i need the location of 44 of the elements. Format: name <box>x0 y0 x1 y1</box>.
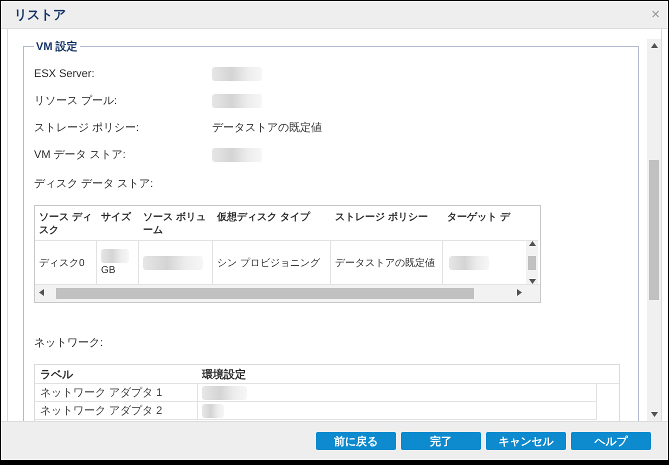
scroll-right-icon[interactable] <box>517 289 522 296</box>
table-cell-text: ネットワーク アダプタ 1 <box>39 386 164 400</box>
table-cell-text: ネットワーク アダプタ 2 <box>39 404 164 418</box>
field-label: ネットワーク: <box>34 336 104 350</box>
dialog-button[interactable]: 前に戻る <box>316 432 396 450</box>
column-header: ラベル <box>39 368 74 382</box>
table-cell-text: データストアの既定値 <box>335 256 435 270</box>
dialog-button[interactable]: 完了 <box>401 432 481 450</box>
column-header: 環境設定 <box>200 368 247 382</box>
redacted-value <box>143 256 203 270</box>
scroll-left-icon[interactable] <box>39 289 44 296</box>
redacted-value <box>202 386 247 400</box>
column-header: ソース ディスク <box>38 211 93 238</box>
field-label: ストレージ ポリシー: <box>34 121 140 135</box>
redacted-value <box>202 404 224 418</box>
column-header: ターゲット デ <box>446 211 512 225</box>
redacted-value <box>212 148 262 162</box>
scroll-up-icon[interactable] <box>528 241 536 246</box>
field-label: ディスク データ ストア: <box>34 177 154 191</box>
field-label: VM データ ストア: <box>34 148 127 162</box>
field-label: リソース プール: <box>34 94 118 108</box>
field-label: ESX Server: <box>34 68 96 80</box>
window-title: リストア <box>14 6 66 24</box>
redacted-value <box>212 94 262 108</box>
column-header: ソース ボリューム <box>142 211 207 238</box>
scroll-up-icon[interactable] <box>650 43 658 48</box>
redacted-value <box>212 66 262 80</box>
dialog-button[interactable]: ヘルプ <box>571 432 651 450</box>
redacted-value <box>101 249 129 263</box>
close-button[interactable]: × <box>651 6 660 23</box>
column-header: 仮想ディスク タイプ <box>216 210 312 225</box>
vertical-scrollbar[interactable] <box>526 241 538 284</box>
section-title: VM 設定 <box>35 40 79 54</box>
dialog-button[interactable]: キャンセル <box>486 432 566 450</box>
column-header: サイズ <box>100 210 132 225</box>
field-value: データストアの既定値 <box>212 120 322 135</box>
table-cell-text: シン プロビジョニング <box>217 256 320 270</box>
table-cell: GB <box>101 265 116 276</box>
column-header: ストレージ ポリシー <box>334 211 429 225</box>
horizontal-scrollbar[interactable] <box>35 284 540 302</box>
vertical-scrollbar[interactable] <box>647 39 661 421</box>
redacted-value <box>449 256 489 270</box>
scroll-down-icon[interactable] <box>650 412 658 417</box>
table-cell-text: ディスク0 <box>39 256 85 270</box>
